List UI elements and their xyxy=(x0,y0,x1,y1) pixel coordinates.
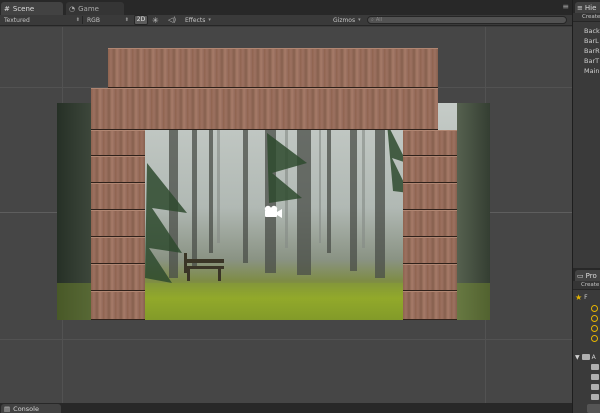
right-dock: ≡ Hie Create Back BarL BarR BarT Main ▭ … xyxy=(572,0,600,413)
hierarchy-create-dropdown[interactable]: Create xyxy=(573,13,600,22)
asset-folder[interactable] xyxy=(575,362,600,372)
search-filter-icon xyxy=(591,304,598,312)
tab-game-label: Game xyxy=(78,5,99,13)
tab-game[interactable]: ◔ Game xyxy=(66,2,124,15)
chevron-down-icon: ▾ xyxy=(208,17,211,23)
list-icon: ≡ xyxy=(577,3,583,12)
chevron-down-icon: ▼ xyxy=(575,353,580,361)
favorite-item[interactable] xyxy=(575,313,600,323)
folder-icon xyxy=(591,394,599,400)
toolbar-divider xyxy=(82,16,83,24)
tab-project[interactable]: ▭ Pro xyxy=(575,270,600,281)
asset-folder[interactable] xyxy=(575,382,600,392)
left-bar-plank xyxy=(91,130,145,156)
project-create-dropdown[interactable]: Create xyxy=(573,281,600,290)
right-bar-plank xyxy=(403,183,457,210)
render-mode-dropdown[interactable]: RGB ⬍ xyxy=(87,15,129,25)
right-bar-plank xyxy=(403,156,457,183)
left-bar-plank xyxy=(91,183,145,210)
search-filter-icon xyxy=(591,314,598,322)
scene-grid-icon: # xyxy=(4,5,10,13)
scene-toolbar: Textured ⬍ RGB ⬍ 2D ✳ ◁) Effects ▾ Gizmo… xyxy=(0,15,572,26)
search-filter-icon xyxy=(591,324,598,332)
favorite-item[interactable] xyxy=(575,323,600,333)
tab-hierarchy-label: Hie xyxy=(584,3,597,12)
effects-label: Effects xyxy=(185,16,206,24)
lighting-toggle-icon[interactable]: ✳ xyxy=(152,15,162,25)
left-bar-plank xyxy=(91,237,145,264)
toggle-2d-button[interactable]: 2D xyxy=(134,15,148,25)
hierarchy-item-barl[interactable]: BarL xyxy=(573,36,600,46)
shading-mode-value: Textured xyxy=(4,16,30,24)
favorites-label: F xyxy=(584,293,588,301)
left-bar-plank xyxy=(91,156,145,183)
hierarchy-item-barr[interactable]: BarR xyxy=(573,46,600,56)
left-bar-plank xyxy=(91,291,145,320)
scrollbar-handle[interactable] xyxy=(587,404,600,413)
audio-toggle-icon[interactable]: ◁) xyxy=(168,15,180,25)
effects-dropdown[interactable]: Effects ▾ xyxy=(185,15,215,25)
game-pacman-icon: ◔ xyxy=(69,5,76,13)
scene-search-input[interactable]: ⌕ All xyxy=(367,16,567,24)
shading-mode-dropdown[interactable]: Textured ⬍ xyxy=(4,15,80,25)
scene-viewport[interactable] xyxy=(0,27,572,403)
top-bar-plank xyxy=(108,48,438,88)
tab-scene-label: Scene xyxy=(12,5,35,13)
right-bar-plank xyxy=(403,130,457,156)
favorite-item[interactable] xyxy=(575,303,600,313)
hierarchy-item-bart[interactable]: BarT xyxy=(573,56,600,66)
search-icon: ⌕ xyxy=(371,17,374,23)
right-bar-plank xyxy=(403,264,457,291)
star-icon: ★ xyxy=(575,292,583,302)
hierarchy-item-back[interactable]: Back xyxy=(573,26,600,36)
gizmos-dropdown[interactable]: Gizmos ▾ xyxy=(333,15,363,25)
scene-tab-bar: # Scene ◔ Game ≡ xyxy=(0,0,572,15)
asset-folder[interactable] xyxy=(575,392,600,402)
chevron-down-icon: ▾ xyxy=(358,17,361,23)
folder-icon xyxy=(591,364,599,370)
right-bar-plank xyxy=(403,237,457,264)
folder-icon xyxy=(591,374,599,380)
hierarchy-item-main[interactable]: Main xyxy=(573,66,600,76)
project-tab-bar: ▭ Pro xyxy=(573,268,600,281)
folder-icon: ▭ xyxy=(577,271,584,280)
tab-project-label: Pro xyxy=(585,271,597,280)
tab-hierarchy[interactable]: ≡ Hie xyxy=(575,2,600,13)
window-menu-icon[interactable]: ≡ xyxy=(562,2,569,11)
tab-scene[interactable]: # Scene xyxy=(1,2,63,15)
left-bar-plank xyxy=(91,264,145,291)
favorites-row[interactable]: ★ F xyxy=(575,292,600,302)
hierarchy-tab-bar: ≡ Hie xyxy=(573,0,600,13)
folder-icon xyxy=(591,384,599,390)
chevron-down-icon: ⬍ xyxy=(124,17,129,23)
search-filter-icon xyxy=(591,334,598,342)
asset-folder[interactable] xyxy=(575,372,600,382)
tab-console-label: Console xyxy=(13,404,39,413)
hierarchy-list: Back BarL BarR BarT Main xyxy=(573,26,600,76)
right-bar-plank xyxy=(403,291,457,320)
search-placeholder: All xyxy=(375,17,383,23)
console-icon: ▤ xyxy=(4,404,11,413)
favorite-item[interactable] xyxy=(575,333,600,343)
grid-line xyxy=(0,339,572,340)
bottom-tab-bar: ▤ Console xyxy=(0,403,572,413)
folder-icon xyxy=(581,354,590,360)
tab-console[interactable]: ▤ Console xyxy=(1,404,61,413)
chevron-down-icon: ⬍ xyxy=(75,17,80,23)
assets-label: A xyxy=(591,353,596,361)
left-bar-plank xyxy=(91,210,145,237)
right-bar-plank xyxy=(403,210,457,237)
render-mode-value: RGB xyxy=(87,16,100,24)
assets-row[interactable]: ▼ A xyxy=(575,352,600,362)
top-bar-plank-lower xyxy=(91,88,438,130)
camera-gizmo-icon[interactable] xyxy=(263,205,283,219)
gizmos-label: Gizmos xyxy=(333,16,356,24)
